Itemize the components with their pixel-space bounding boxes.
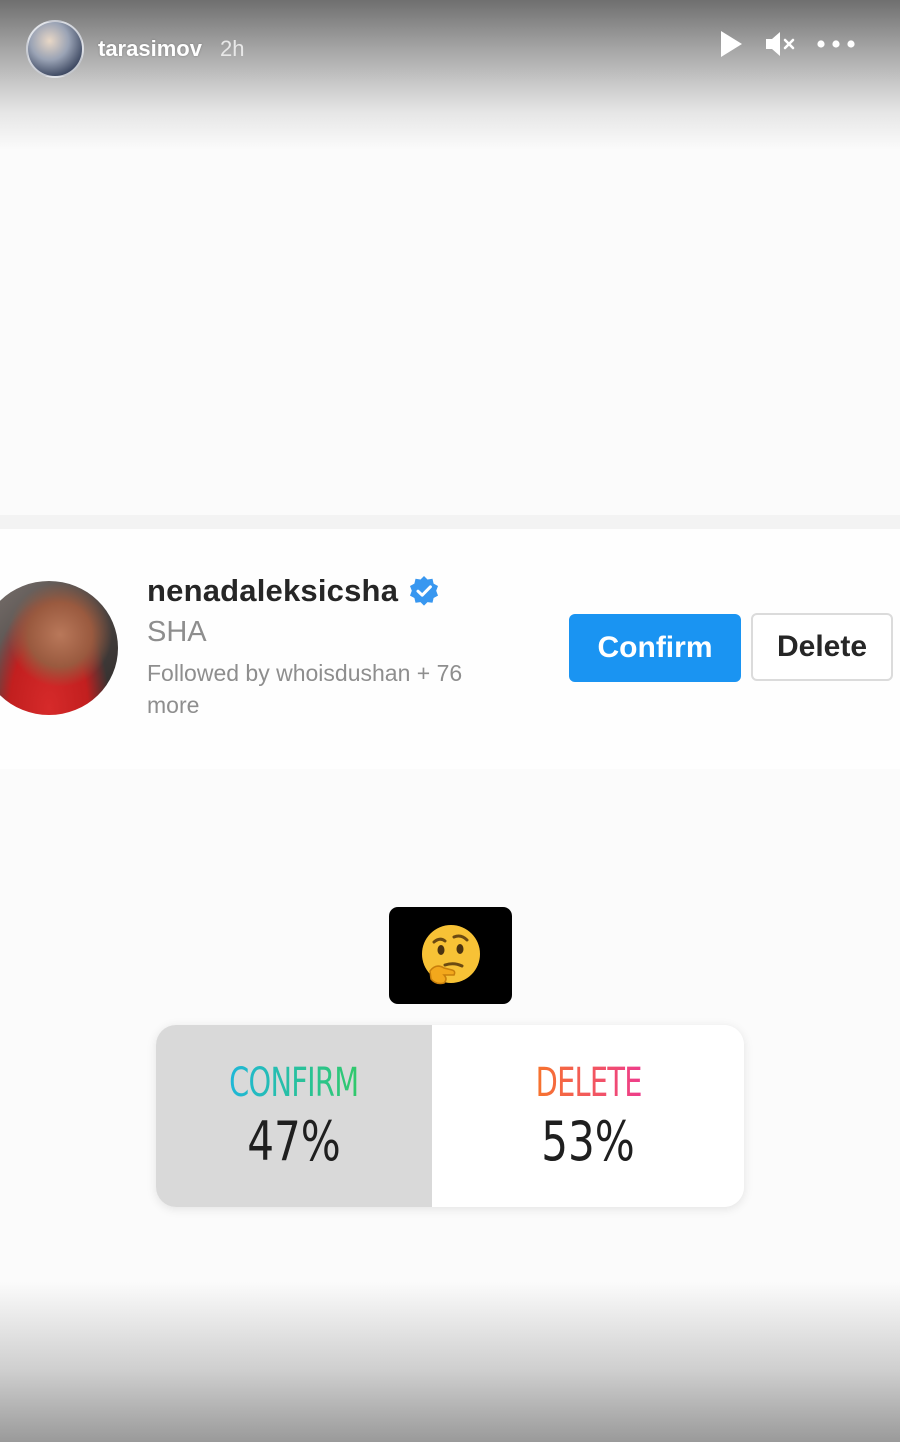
thinking-face-icon bbox=[421, 924, 480, 984]
story-time-ago: 2h bbox=[219, 36, 245, 61]
poll-option-delete[interactable]: DELETE 53% bbox=[432, 1025, 744, 1207]
author-username[interactable]: tarasimov bbox=[98, 36, 202, 62]
requester-full-name: SHA bbox=[147, 616, 207, 648]
requester-username[interactable]: nenadaleksicsha bbox=[147, 573, 398, 609]
poll-option-percent: 53% bbox=[541, 1109, 635, 1173]
bottom-gradient bbox=[0, 1282, 900, 1442]
story-controls bbox=[718, 30, 856, 58]
poll-sticker: CONFIRM 47% DELETE 53% bbox=[156, 1025, 744, 1207]
poll-option-percent: 47% bbox=[247, 1109, 341, 1173]
poll-option-label: CONFIRM bbox=[229, 1059, 360, 1106]
poll-option-confirm[interactable]: CONFIRM 47% bbox=[156, 1025, 433, 1207]
story-header: tarasimov 2h bbox=[26, 20, 876, 78]
follow-request-card: nenadaleksicsha SHA Followed by whoisdus… bbox=[0, 529, 900, 769]
story-view: tarasimov 2h nenadaleksicsha SHA Followe… bbox=[0, 0, 900, 1442]
requester-name-row: nenadaleksicsha bbox=[147, 573, 440, 609]
emoji-sticker bbox=[389, 907, 512, 1004]
divider bbox=[0, 515, 900, 529]
more-options-icon[interactable] bbox=[816, 39, 856, 49]
requester-avatar[interactable] bbox=[0, 581, 118, 715]
verified-badge-icon bbox=[408, 575, 440, 607]
mutual-followers-text: Followed by whoisdushan + 76 more bbox=[147, 660, 463, 718]
play-icon[interactable] bbox=[718, 30, 744, 58]
volume-muted-icon[interactable] bbox=[764, 30, 796, 58]
author-avatar[interactable] bbox=[26, 20, 84, 78]
poll-option-label: DELETE bbox=[535, 1059, 642, 1106]
confirm-button[interactable]: Confirm bbox=[569, 614, 741, 682]
delete-button[interactable]: Delete bbox=[751, 613, 893, 681]
